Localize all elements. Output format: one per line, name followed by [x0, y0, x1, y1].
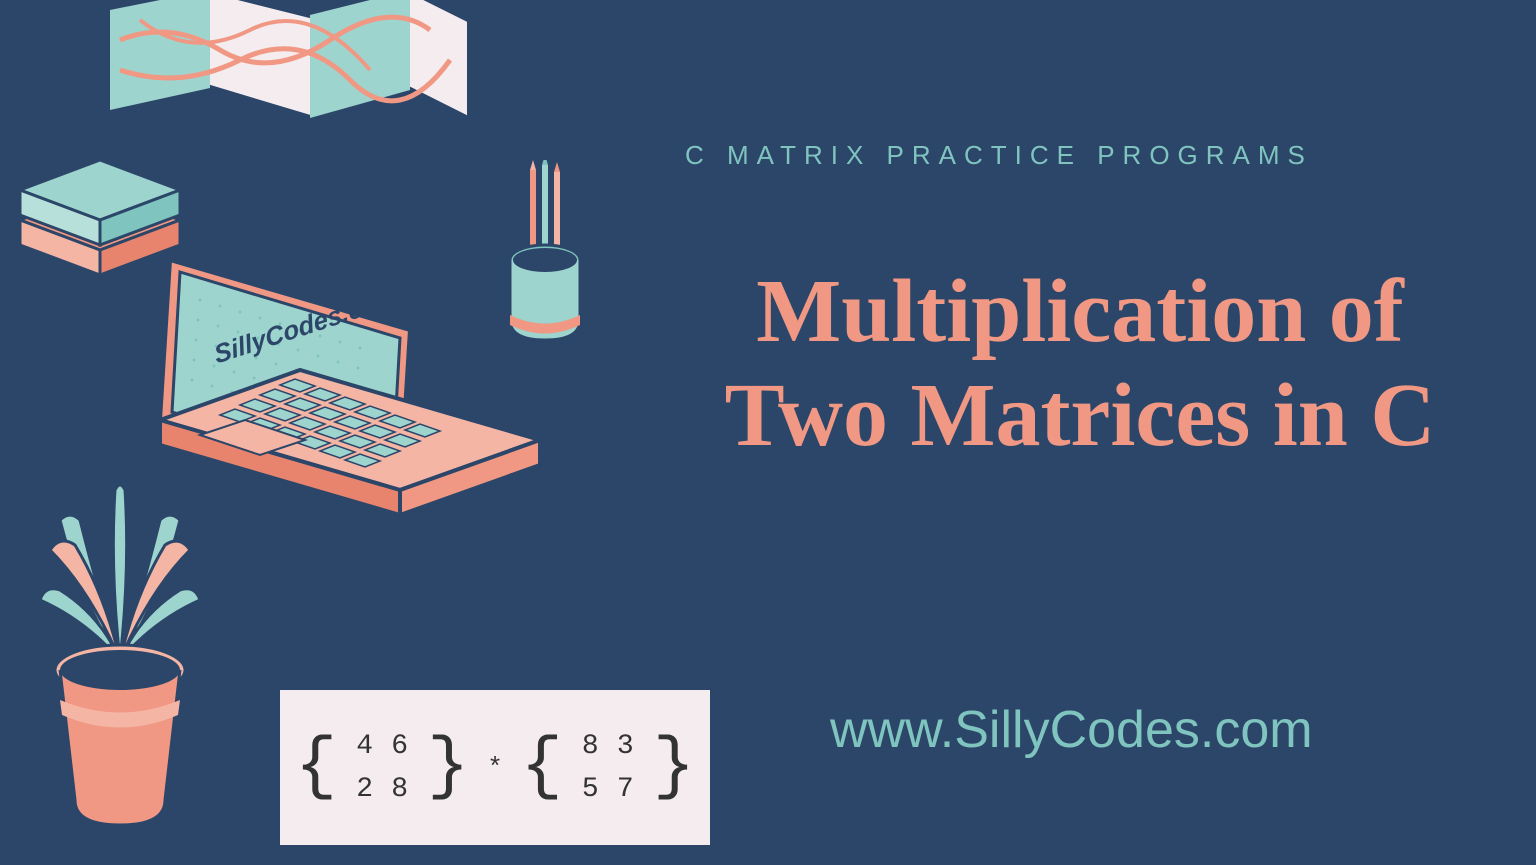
- title-line-1: Multiplication of: [680, 260, 1480, 364]
- matrix-a-22: 8: [382, 774, 417, 805]
- matrix-b-11: 8: [573, 731, 608, 762]
- matrix-a-12: 6: [382, 731, 417, 762]
- subtitle: C MATRIX PRACTICE PROGRAMS: [685, 140, 1313, 171]
- title-line-2: Two Matrices in C: [680, 364, 1480, 468]
- matrix-b-22: 7: [608, 774, 643, 805]
- matrix-a-11: 4: [347, 731, 382, 762]
- main-title: Multiplication of Two Matrices in C: [680, 260, 1480, 467]
- matrix-b: { 83 57 }: [521, 725, 695, 811]
- multiply-operator: *: [487, 753, 503, 783]
- matrix-b-21: 5: [573, 774, 608, 805]
- matrix-example: { 46 28 } * { 83 57 }: [280, 690, 710, 845]
- matrix-a-21: 2: [347, 774, 382, 805]
- matrix-a: { 46 28 }: [295, 725, 469, 811]
- website-url: www.SillyCodes.com: [830, 700, 1313, 760]
- plant-illustration: [20, 440, 220, 860]
- matrix-b-12: 3: [608, 731, 643, 762]
